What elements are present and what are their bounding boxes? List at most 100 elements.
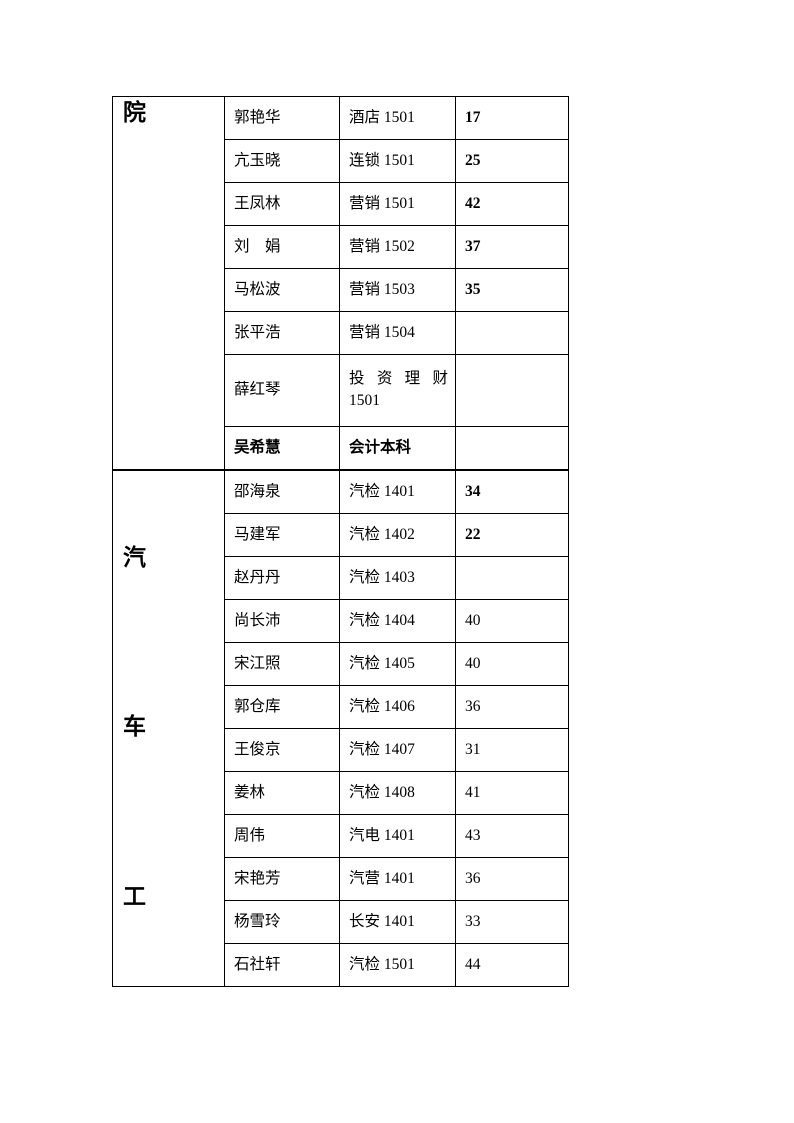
student-count <box>456 377 568 403</box>
count-cell: 35 <box>455 268 569 312</box>
student-count: 22 <box>465 526 481 544</box>
count-cell: 22 <box>455 512 569 557</box>
class-name: 汽检 1402 <box>349 526 415 544</box>
name-cell: 郭艳华 <box>224 96 340 140</box>
class-name: 长安 1401 <box>349 913 415 931</box>
class-name: 汽检 1407 <box>349 741 415 759</box>
student-name: 宋艳芳 <box>234 870 281 888</box>
name-cell: 姜林 <box>224 770 340 815</box>
count-cell: 43 <box>455 813 569 858</box>
student-count: 43 <box>465 827 481 845</box>
class-cell: 汽电 1401 <box>339 813 456 858</box>
class-name: 酒店 1501 <box>349 109 415 127</box>
class-name: 营销 1502 <box>349 238 415 256</box>
count-cell: 37 <box>455 225 569 269</box>
class-cell: 营销 1504 <box>339 311 456 355</box>
student-name: 周伟 <box>234 827 266 845</box>
name-cell: 马建军 <box>224 512 340 557</box>
class-name: 连锁 1501 <box>349 152 415 170</box>
student-name: 亢玉晓 <box>234 152 281 170</box>
student-name: 郭艳华 <box>234 109 281 127</box>
student-name: 王凤林 <box>234 195 281 213</box>
name-cell: 尚长沛 <box>224 598 340 643</box>
student-name: 石社轩 <box>234 956 281 974</box>
count-cell: 31 <box>455 727 569 772</box>
student-count: 35 <box>465 281 481 299</box>
class-name: 汽检 1404 <box>349 612 415 630</box>
count-cell: 40 <box>455 598 569 643</box>
count-cell: 33 <box>455 899 569 944</box>
group-label-stack: 汽车工 <box>113 471 224 986</box>
class-name: 汽检 1405 <box>349 655 415 673</box>
class-name: 汽营 1401 <box>349 870 415 888</box>
class-cell: 酒店 1501 <box>339 96 456 140</box>
class-name: 汽检 1408 <box>349 784 415 802</box>
count-cell: 34 <box>455 468 569 514</box>
student-name: 郭仓库 <box>234 698 281 716</box>
class-cell: 汽检 1403 <box>339 555 456 600</box>
table-row: 院 郭艳华 酒店 1501 17 <box>112 95 569 471</box>
count-cell: 36 <box>455 684 569 729</box>
class-cell: 汽检 1402 <box>339 512 456 557</box>
class-name: 投资理财 1501 <box>349 370 448 410</box>
name-cell: 薛红琴 <box>224 354 340 427</box>
class-cell: 汽检 1407 <box>339 727 456 772</box>
name-cell: 郭仓库 <box>224 684 340 729</box>
count-cell: 36 <box>455 856 569 901</box>
class-cell: 营销 1503 <box>339 268 456 312</box>
class-name: 汽电 1401 <box>349 827 415 845</box>
student-count: 40 <box>465 612 481 630</box>
class-cell: 汽检 1501 <box>339 942 456 987</box>
count-cell: 17 <box>455 96 569 140</box>
class-name: 汽检 1403 <box>349 569 415 587</box>
class-cell: 汽检 1406 <box>339 684 456 729</box>
group-cell-2: 汽车工 <box>112 468 225 987</box>
student-name: 马建军 <box>234 526 281 544</box>
class-cell: 长安 1401 <box>339 899 456 944</box>
roster-table: 院 郭艳华 酒店 1501 17 亢玉晓 连锁 1501 25 王凤林 营销 1501 42 刘 娟… <box>112 95 569 987</box>
student-count: 34 <box>465 483 481 501</box>
student-name: 张平浩 <box>234 324 281 342</box>
student-count: 17 <box>465 109 481 127</box>
class-name: 营销 1501 <box>349 195 415 213</box>
class-cell: 连锁 1501 <box>339 139 456 183</box>
student-count: 33 <box>465 913 481 931</box>
class-cell: 汽营 1401 <box>339 856 456 901</box>
count-cell: 41 <box>455 770 569 815</box>
student-name: 薛红琴 <box>234 381 281 399</box>
document-page: 院 郭艳华 酒店 1501 17 亢玉晓 连锁 1501 25 王凤林 营销 1501 42 刘 娟… <box>0 0 794 1123</box>
name-cell: 杨雪玲 <box>224 899 340 944</box>
count-cell <box>455 555 569 600</box>
group-label-char: 汽 <box>123 544 146 570</box>
student-name: 尚长沛 <box>234 612 281 630</box>
count-cell: 25 <box>455 139 569 183</box>
student-count: 25 <box>465 152 481 170</box>
student-name: 宋江照 <box>234 655 281 673</box>
student-count <box>456 568 568 587</box>
student-name: 马松波 <box>234 281 281 299</box>
student-name: 王俊京 <box>234 741 281 759</box>
student-count: 42 <box>465 195 481 213</box>
student-name: 姜林 <box>234 784 266 802</box>
student-name: 赵丹丹 <box>234 569 281 587</box>
student-count: 40 <box>465 655 481 673</box>
class-cell: 汽检 1405 <box>339 641 456 686</box>
count-cell <box>455 425 569 471</box>
name-cell: 宋江照 <box>224 641 340 686</box>
name-cell: 邵海泉 <box>224 468 340 514</box>
count-cell: 42 <box>455 182 569 226</box>
student-count: 36 <box>465 870 481 888</box>
student-count <box>456 324 568 343</box>
count-cell: 44 <box>455 942 569 987</box>
class-name: 营销 1504 <box>349 324 415 342</box>
student-count <box>456 438 568 457</box>
student-name: 吴希慧 <box>234 439 281 457</box>
class-name: 会计本科 <box>349 439 412 457</box>
name-cell: 周伟 <box>224 813 340 858</box>
name-cell: 石社轩 <box>224 942 340 987</box>
class-cell: 投资理财 1501 <box>339 354 456 427</box>
student-count: 44 <box>465 956 481 974</box>
name-cell: 宋艳芳 <box>224 856 340 901</box>
class-cell: 汽检 1408 <box>339 770 456 815</box>
class-cell: 汽检 1404 <box>339 598 456 643</box>
